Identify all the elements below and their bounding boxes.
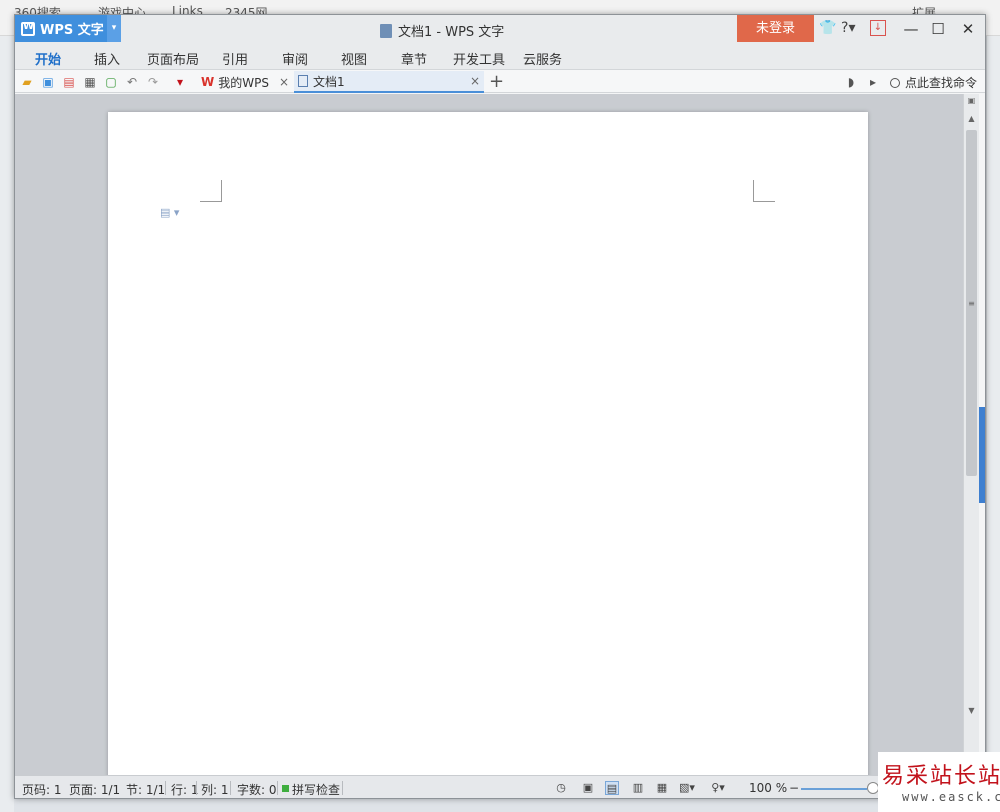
side-panel-toggle[interactable] xyxy=(979,407,985,503)
background-right-edge xyxy=(986,36,1000,812)
scroll-up-arrow-icon[interactable]: ▲ xyxy=(966,114,977,123)
skin-shirt-icon[interactable]: 👕 xyxy=(819,20,836,36)
document-workspace: ▤ ▾ xyxy=(15,94,963,775)
title-bar: WPS 文字 ▾ 文档1 - WPS 文字 未登录 👕 ?▾ ↓ — ☐ ✕ xyxy=(15,15,985,43)
scrollbar-split-icon[interactable]: ▣ xyxy=(966,96,977,105)
status-separator xyxy=(230,781,231,795)
menu-developer[interactable]: 开发工具 xyxy=(453,49,505,68)
minimize-button[interactable]: — xyxy=(899,18,923,40)
tab-doc-icon xyxy=(298,75,308,87)
print-icon[interactable]: ▦ xyxy=(82,74,98,90)
history-icon[interactable]: ◷ xyxy=(554,781,568,795)
page-view-icon[interactable]: ▤ xyxy=(605,781,619,795)
status-separator xyxy=(277,781,278,795)
menu-cloud[interactable]: 云服务 xyxy=(523,49,562,68)
command-search[interactable]: 点此查找命令 xyxy=(890,74,977,91)
quick-access-toolbar: ▰ ▣ ▤ ▦ ▢ ↶ ↷ ▾ W 我的WPS × 文档1 × + ◗ ▸ 点此… xyxy=(15,69,985,93)
window-title-text: 文档1 - WPS 文字 xyxy=(398,25,505,40)
menu-view[interactable]: 视图 xyxy=(341,49,367,68)
wps-logo-icon xyxy=(21,21,35,36)
close-button[interactable]: ✕ xyxy=(956,18,980,40)
share-icon[interactable]: ▸ xyxy=(865,74,881,90)
app-name: WPS 文字 xyxy=(40,23,104,38)
wps-window: WPS 文字 ▾ 文档1 - WPS 文字 未登录 👕 ?▾ ↓ — ☐ ✕ 开… xyxy=(14,14,986,799)
app-menu-dropdown-icon[interactable]: ▾ xyxy=(107,15,121,42)
status-separator xyxy=(165,781,166,795)
status-bar: 页码: 1 页面: 1/1 节: 1/1 行: 1 列: 1 字数: 0 拼写检… xyxy=(15,775,985,798)
eye-protection-icon[interactable]: ♀▾ xyxy=(711,781,725,795)
zoom-out-button[interactable]: − xyxy=(789,781,799,795)
login-button[interactable]: 未登录 xyxy=(737,15,814,42)
ribbon-menu-bar: 开始 插入 页面布局 引用 审阅 视图 章节 开发工具 云服务 xyxy=(15,43,985,69)
open-folder-icon[interactable]: ▰ xyxy=(19,74,35,90)
vertical-scrollbar[interactable]: ▣ ▲ ≡ ▼ xyxy=(963,94,979,775)
outline-view-icon[interactable]: ▥ xyxy=(631,781,645,795)
tab-document1-label: 文档1 xyxy=(313,74,345,89)
help-button[interactable]: ?▾ xyxy=(841,20,855,36)
maximize-button[interactable]: ☐ xyxy=(926,18,950,40)
watermark-url: www.easck.com xyxy=(902,790,1000,804)
paragraph-layout-icon[interactable]: ▤ ▾ xyxy=(160,206,179,219)
help-label: ? xyxy=(841,20,849,36)
wps-w-icon: W xyxy=(201,75,215,89)
document-page[interactable]: ▤ ▾ xyxy=(108,112,868,775)
export-pdf-icon[interactable]: ▤ xyxy=(61,74,77,90)
reading-mode-icon[interactable]: ▧▾ xyxy=(679,781,695,795)
status-separator xyxy=(342,781,343,795)
background-left-edge xyxy=(0,36,14,812)
tab-my-wps[interactable]: W 我的WPS × xyxy=(197,71,293,93)
menu-page-layout[interactable]: 页面布局 xyxy=(147,49,199,68)
new-tab-button[interactable]: + xyxy=(489,71,504,92)
print-preview-icon[interactable]: ▢ xyxy=(103,74,119,90)
menu-chapter[interactable]: 章节 xyxy=(401,49,427,68)
app-menu-button[interactable]: WPS 文字 xyxy=(15,15,121,42)
spell-check-button[interactable]: 拼写检查 xyxy=(292,781,340,798)
status-page-code: 页码: 1 xyxy=(22,783,62,797)
menu-home[interactable]: 开始 xyxy=(35,49,61,68)
status-line: 行: 1 xyxy=(171,783,199,797)
menu-review[interactable]: 审阅 xyxy=(282,49,308,68)
redo-icon[interactable]: ↷ xyxy=(145,74,161,90)
margin-corner-top-left xyxy=(200,180,222,202)
menu-insert[interactable]: 插入 xyxy=(94,49,120,68)
download-update-icon[interactable]: ↓ xyxy=(870,20,886,36)
tab-my-wps-close-icon[interactable]: × xyxy=(279,75,289,89)
status-column: 列: 1 xyxy=(201,783,229,797)
status-section: 节: 1/1 xyxy=(126,783,166,797)
spell-check-indicator-icon xyxy=(282,785,289,792)
scroll-down-arrow-icon[interactable]: ▼ xyxy=(966,706,977,715)
scrollbar-grip-icon: ≡ xyxy=(968,299,975,308)
save-icon[interactable]: ▣ xyxy=(40,74,56,90)
document-icon xyxy=(380,23,392,38)
tab-document1[interactable]: 文档1 × xyxy=(294,71,484,93)
undo-icon[interactable]: ↶ xyxy=(124,74,140,90)
command-search-label: 点此查找命令 xyxy=(905,76,978,90)
cloud-sync-icon[interactable]: ◗ xyxy=(843,74,859,90)
tab-document1-close-icon[interactable]: × xyxy=(470,74,480,88)
web-view-icon[interactable]: ▦ xyxy=(655,781,669,795)
watermark-title: 易采站长站 xyxy=(882,764,1000,789)
window-title: 文档1 - WPS 文字 xyxy=(380,21,504,40)
zoom-level[interactable]: 100 % xyxy=(749,781,787,795)
customize-toolbar-icon[interactable]: ▾ xyxy=(172,74,188,90)
zoom-slider-track[interactable] xyxy=(801,788,867,790)
tab-my-wps-label: 我的WPS xyxy=(218,75,269,90)
status-word-count[interactable]: 字数: 0 xyxy=(237,781,277,798)
menu-references[interactable]: 引用 xyxy=(222,49,248,68)
site-watermark: 易采站长站 www.easck.com xyxy=(878,752,1000,812)
search-icon xyxy=(890,77,900,88)
margin-corner-top-right xyxy=(753,180,775,202)
status-pages: 页面: 1/1 xyxy=(69,783,121,797)
status-separator xyxy=(196,781,197,795)
full-screen-icon[interactable]: ▣ xyxy=(581,781,595,795)
